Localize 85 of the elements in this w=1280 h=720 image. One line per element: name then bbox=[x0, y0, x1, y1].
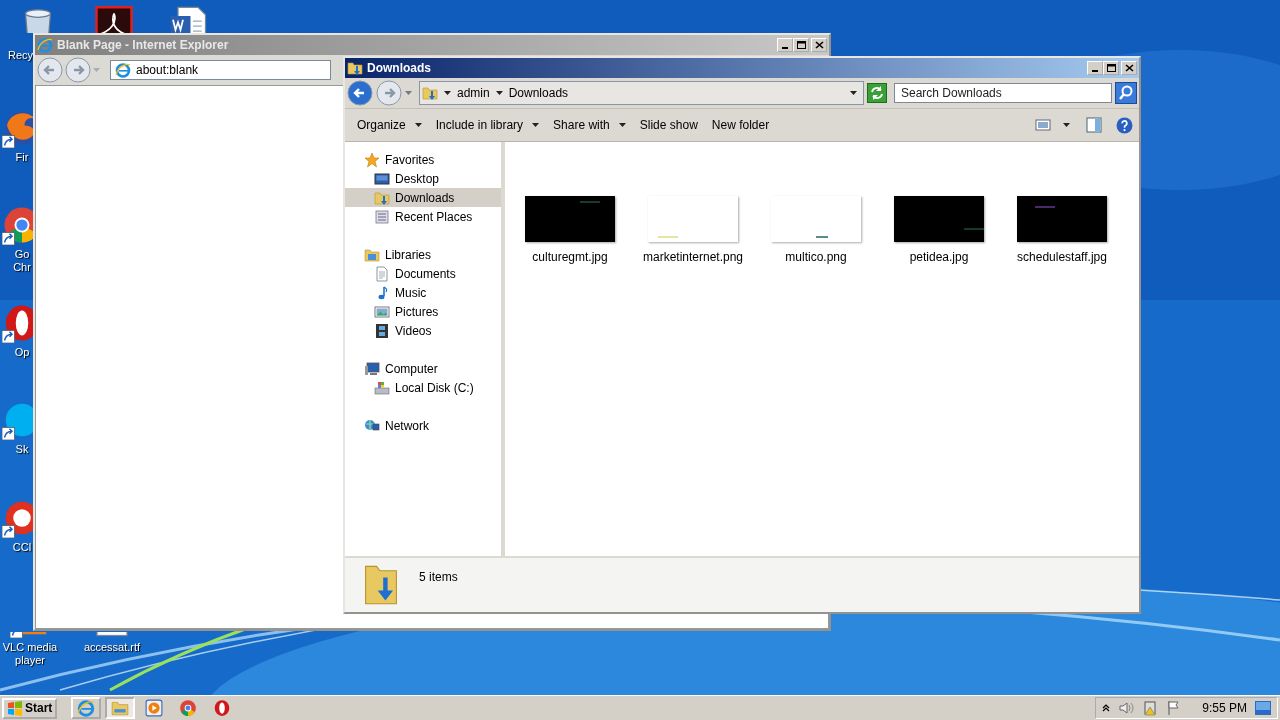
nav-item[interactable]: Libraries bbox=[345, 245, 501, 264]
file-name[interactable]: petidea.jpg bbox=[909, 250, 969, 264]
item-count: 5 items bbox=[419, 570, 458, 584]
preview-pane-button[interactable] bbox=[1086, 117, 1102, 133]
picture-icon bbox=[374, 303, 390, 320]
address-bar[interactable]: admin Downloads bbox=[419, 81, 864, 105]
nav-item[interactable]: Downloads bbox=[345, 188, 501, 207]
maximize-button[interactable] bbox=[1103, 61, 1119, 75]
nav-item[interactable]: Computer bbox=[345, 359, 501, 378]
minimize-button[interactable] bbox=[777, 38, 793, 52]
film-icon bbox=[374, 322, 390, 339]
maximize-button[interactable] bbox=[793, 38, 809, 52]
taskbar-button[interactable] bbox=[105, 697, 136, 719]
desktop-icon-label[interactable]: VLC media player bbox=[0, 641, 66, 667]
start-button[interactable]: Start bbox=[2, 697, 58, 719]
help-button[interactable] bbox=[1116, 116, 1133, 134]
file-name[interactable]: culturegmt.jpg bbox=[532, 250, 608, 264]
folder-icon bbox=[422, 85, 438, 101]
nav-item[interactable]: Desktop bbox=[345, 169, 501, 188]
desktop-icon-label[interactable]: Sk bbox=[15, 443, 29, 456]
views-button[interactable] bbox=[1035, 117, 1051, 133]
back-button[interactable] bbox=[347, 80, 373, 106]
breadcrumb-item[interactable]: admin bbox=[457, 86, 490, 100]
maximize-icon bbox=[1104, 62, 1118, 74]
nav-item[interactable]: Network bbox=[345, 416, 501, 435]
taskbar-button[interactable] bbox=[71, 697, 102, 719]
toolbar-button[interactable]: New folder bbox=[705, 115, 776, 135]
search-field[interactable]: Search Downloads bbox=[894, 83, 1112, 103]
speaker-icon[interactable] bbox=[1118, 700, 1135, 716]
minimize-icon bbox=[1092, 70, 1098, 72]
caret-icon bbox=[495, 91, 503, 95]
nav-item[interactable]: Recent Places bbox=[345, 207, 501, 226]
window-title: Blank Page - Internet Explorer bbox=[57, 38, 230, 52]
toolbar-button[interactable]: Include in library bbox=[429, 115, 546, 135]
caret-icon[interactable] bbox=[1063, 123, 1070, 127]
pdf-file-icon[interactable] bbox=[94, 6, 134, 33]
disk-drive-icon bbox=[374, 379, 390, 396]
minimize-button[interactable] bbox=[1087, 61, 1103, 75]
library-icon bbox=[364, 246, 380, 263]
desktop-icon-label[interactable]: Op bbox=[14, 346, 30, 359]
refresh-button[interactable] bbox=[867, 83, 887, 103]
nav-item[interactable]: Videos bbox=[345, 321, 501, 340]
start-logo-icon bbox=[7, 700, 23, 716]
folder-icon bbox=[111, 699, 130, 717]
window-title: Downloads bbox=[367, 61, 432, 75]
file-name[interactable]: multico.png bbox=[785, 250, 847, 264]
desktop-icon-label[interactable]: Fir bbox=[15, 151, 29, 164]
toolbar-button[interactable]: Slide show bbox=[633, 115, 704, 135]
internet-explorer-icon bbox=[37, 37, 53, 53]
internet-explorer-icon bbox=[77, 699, 96, 717]
desktop-icon-label[interactable]: CCl bbox=[12, 541, 32, 554]
play-icon bbox=[145, 699, 164, 717]
star-icon bbox=[364, 151, 380, 168]
toolbar-button[interactable]: Share with bbox=[547, 115, 632, 135]
file-name[interactable]: schedulestaff.jpg bbox=[1017, 250, 1107, 264]
network-icon bbox=[364, 417, 380, 434]
nav-item[interactable]: Documents bbox=[345, 264, 501, 283]
nav-item[interactable]: Music bbox=[345, 283, 501, 302]
desktop-icon-label[interactable]: Go Chr bbox=[13, 248, 31, 274]
nav-item[interactable]: Pictures bbox=[345, 302, 501, 321]
monitor-icon bbox=[374, 170, 390, 187]
toolbar-button[interactable]: Organize bbox=[351, 115, 428, 135]
nav-item[interactable]: Favorites bbox=[345, 150, 501, 169]
folder-icon bbox=[347, 60, 363, 76]
folder-icon bbox=[374, 189, 390, 206]
caret-icon bbox=[444, 91, 451, 95]
chrome-icon bbox=[179, 699, 198, 717]
chevron-up-icon[interactable] bbox=[1102, 704, 1111, 712]
breadcrumb-item[interactable]: Downloads bbox=[508, 86, 569, 100]
caret-icon bbox=[850, 91, 857, 95]
address-field[interactable]: about:blank bbox=[110, 60, 331, 80]
opera-icon bbox=[213, 699, 232, 717]
file-name[interactable]: marketinternet.png bbox=[642, 250, 744, 264]
clock[interactable]: 9:55 PM bbox=[1202, 701, 1247, 715]
recent-places-icon bbox=[374, 208, 390, 225]
computer-icon bbox=[364, 360, 380, 377]
minimize-icon bbox=[782, 47, 788, 49]
nav-item[interactable]: Local Disk (C:) bbox=[345, 378, 501, 397]
desktop-icon-label[interactable]: Recy bbox=[8, 49, 34, 62]
close-button[interactable] bbox=[811, 38, 827, 52]
internet-explorer-icon bbox=[115, 62, 131, 78]
search-button[interactable] bbox=[1115, 82, 1137, 104]
desktop-icon-label[interactable]: accessat.rtf bbox=[83, 641, 141, 654]
close-button[interactable] bbox=[1121, 61, 1137, 75]
maximize-icon bbox=[794, 39, 808, 51]
